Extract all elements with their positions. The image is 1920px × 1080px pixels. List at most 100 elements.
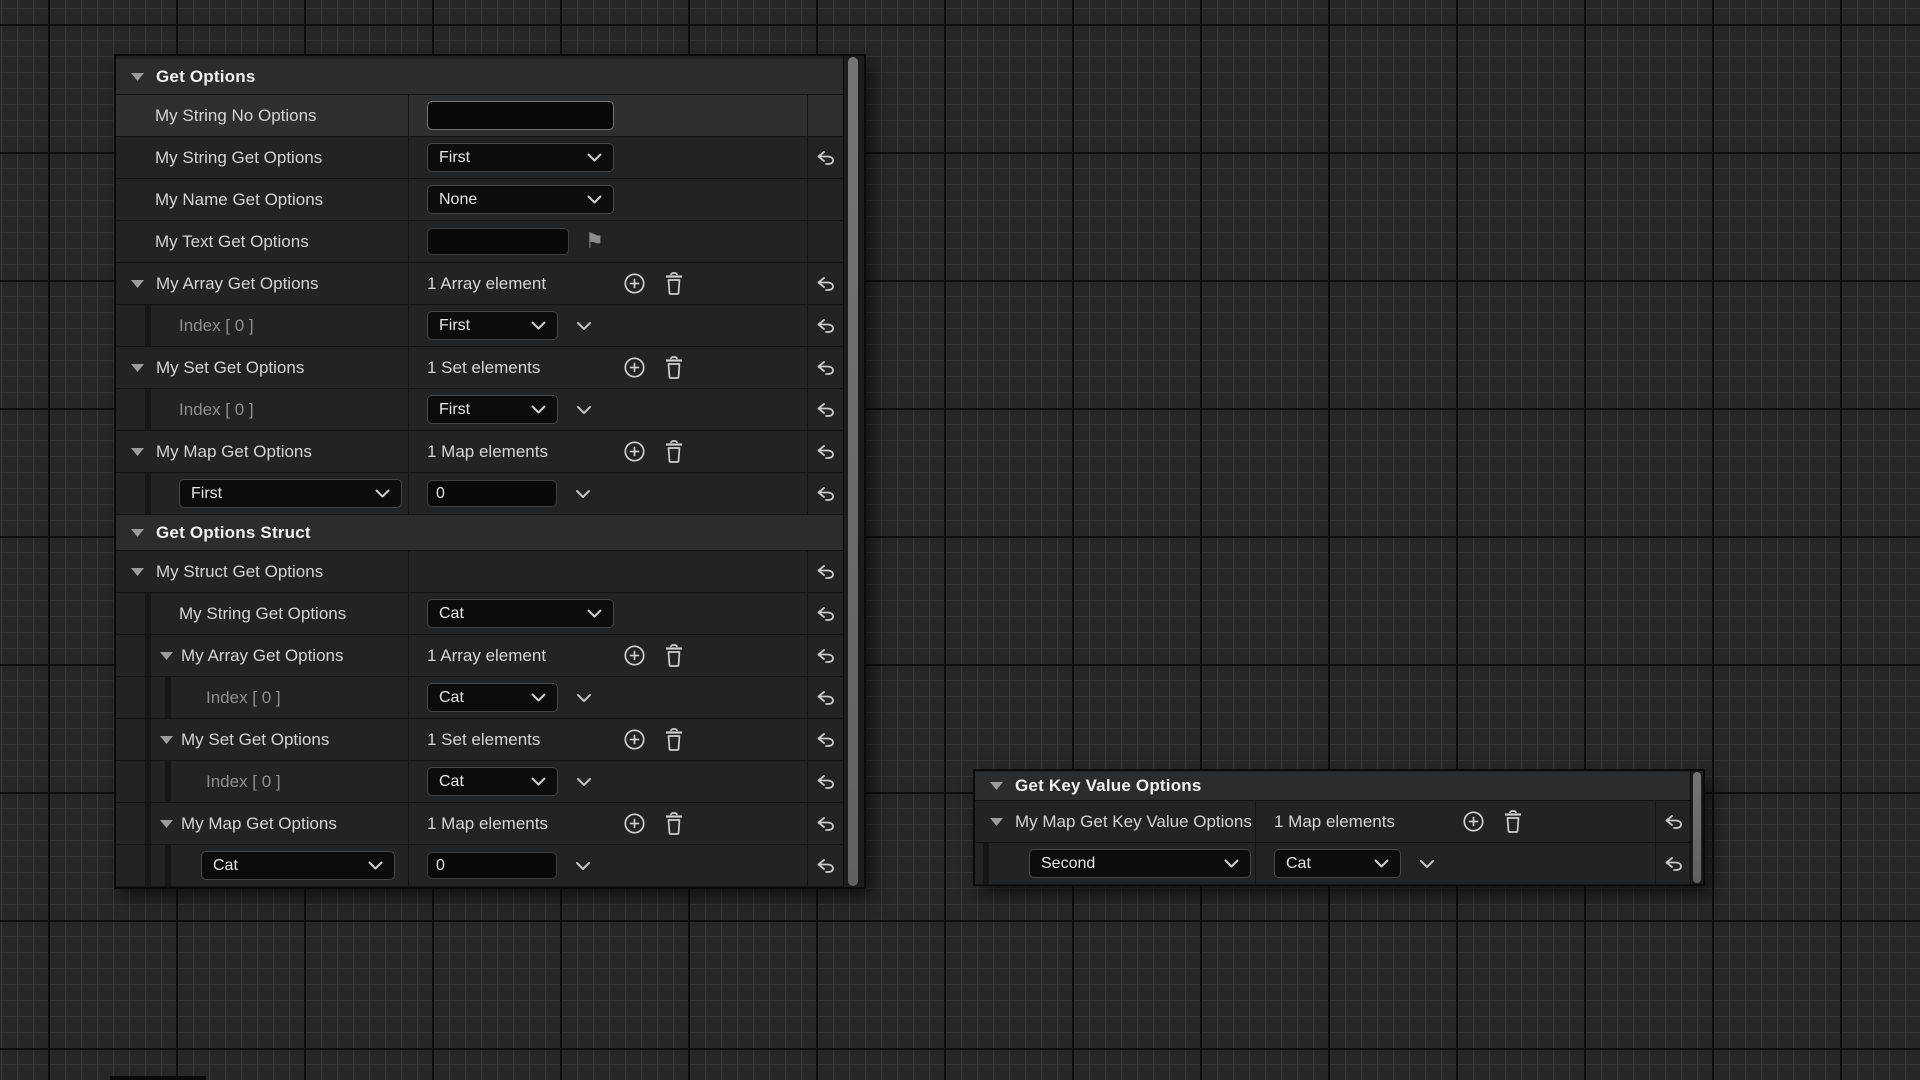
property-row-struct-my-array-get-options[interactable]: My Array Get Options 1 Array element	[116, 635, 843, 677]
text-text-input[interactable]	[427, 228, 569, 255]
scrollbar-thumb[interactable]	[1693, 772, 1701, 883]
element-actions-button[interactable]	[576, 777, 592, 787]
array-element-row[interactable]: Index [ 0 ] Cat	[116, 677, 843, 719]
add-element-button[interactable]	[1462, 810, 1485, 833]
map-value-dropdown[interactable]: Cat	[1274, 849, 1401, 878]
property-row-my-string-no-options[interactable]: My String No Options	[116, 95, 843, 137]
property-row-struct-my-map-get-options[interactable]: My Map Get Options 1 Map elements	[116, 803, 843, 845]
dropdown-selected-value: Second	[1041, 855, 1095, 873]
reset-to-default-button[interactable]	[816, 649, 835, 663]
chevron-down-icon	[531, 693, 546, 702]
add-element-button[interactable]	[623, 272, 646, 295]
add-element-button[interactable]	[623, 728, 646, 751]
chevron-down-icon	[587, 609, 602, 618]
map-value-input[interactable]	[427, 852, 557, 879]
delete-elements-button[interactable]	[664, 644, 684, 667]
reset-to-default-button[interactable]	[816, 859, 835, 873]
dropdown-selected-value: First	[439, 401, 470, 419]
vertical-scrollbar[interactable]	[1690, 771, 1703, 884]
property-row-my-struct-get-options[interactable]: My Struct Get Options	[116, 551, 843, 593]
delete-elements-button[interactable]	[664, 272, 684, 295]
reset-to-default-button[interactable]	[816, 151, 835, 165]
map-element-row[interactable]: Second Cat	[975, 843, 1690, 885]
indent-guide	[145, 803, 151, 844]
map-key-dropdown[interactable]: Cat	[201, 851, 395, 880]
array-element-row[interactable]: Index [ 0 ] First	[116, 305, 843, 347]
element-actions-button[interactable]	[1419, 859, 1435, 869]
element-actions-button[interactable]	[576, 321, 592, 331]
element-actions-button[interactable]	[576, 693, 592, 703]
delete-elements-button[interactable]	[664, 812, 684, 835]
property-row-struct-my-string-get-options[interactable]: My String Get Options Cat	[116, 593, 843, 635]
property-value-cell: Cat	[409, 677, 808, 718]
expander-triangle-icon	[131, 529, 144, 537]
property-row-my-array-get-options[interactable]: My Array Get Options 1 Array element	[116, 263, 843, 305]
set-element-row[interactable]: Index [ 0 ] First	[116, 389, 843, 431]
add-element-button[interactable]	[623, 356, 646, 379]
expander-triangle-icon[interactable]	[160, 820, 173, 828]
element-options-dropdown[interactable]: First	[427, 395, 558, 424]
reset-to-default-button[interactable]	[1664, 815, 1683, 829]
scrollbar-thumb[interactable]	[848, 57, 858, 886]
map-value-input[interactable]	[427, 480, 557, 507]
category-header-get-options-struct[interactable]: Get Options Struct	[116, 515, 843, 551]
set-element-row[interactable]: Index [ 0 ] Cat	[116, 761, 843, 803]
element-actions-button[interactable]	[575, 861, 591, 871]
element-options-dropdown[interactable]: Cat	[427, 767, 558, 796]
element-actions-button[interactable]	[576, 405, 592, 415]
property-row-struct-my-set-get-options[interactable]: My Set Get Options 1 Set elements	[116, 719, 843, 761]
property-row-my-text-get-options[interactable]: My Text Get Options ⚑	[116, 221, 843, 263]
reset-to-default-button[interactable]	[816, 565, 835, 579]
expander-triangle-icon[interactable]	[131, 448, 144, 456]
map-key-dropdown[interactable]: Second	[1029, 849, 1251, 878]
property-label: My Map Get Key Value Options	[1015, 812, 1252, 832]
details-panel-content: Get Options My String No Options My Stri…	[116, 56, 843, 887]
element-options-dropdown[interactable]: Cat	[427, 683, 558, 712]
reset-to-default-button[interactable]	[816, 691, 835, 705]
property-name-cell: Index [ 0 ]	[116, 677, 409, 718]
reset-to-default-button[interactable]	[1664, 857, 1683, 871]
property-row-my-string-get-options[interactable]: My String Get Options First	[116, 137, 843, 179]
reset-to-default-button[interactable]	[816, 607, 835, 621]
property-row-my-set-get-options[interactable]: My Set Get Options 1 Set elements	[116, 347, 843, 389]
delete-elements-button[interactable]	[664, 356, 684, 379]
delete-elements-button[interactable]	[1503, 810, 1523, 833]
string-text-input[interactable]	[427, 101, 614, 130]
reset-to-default-button[interactable]	[816, 817, 835, 831]
delete-elements-button[interactable]	[664, 728, 684, 751]
element-options-dropdown[interactable]: First	[427, 311, 558, 340]
localization-flag-icon[interactable]: ⚑	[585, 231, 604, 252]
expander-triangle-icon[interactable]	[131, 568, 144, 576]
property-row-my-map-get-options[interactable]: My Map Get Options 1 Map elements	[116, 431, 843, 473]
expander-triangle-icon[interactable]	[160, 652, 173, 660]
category-header-get-options[interactable]: Get Options	[116, 59, 843, 95]
reset-to-default-button[interactable]	[816, 403, 835, 417]
map-key-dropdown[interactable]: First	[179, 479, 402, 508]
add-element-button[interactable]	[623, 812, 646, 835]
map-element-row[interactable]: Cat	[116, 845, 843, 887]
name-options-dropdown[interactable]: None	[427, 185, 614, 214]
property-value-cell: First	[409, 389, 808, 430]
reset-to-default-button[interactable]	[816, 361, 835, 375]
add-element-button[interactable]	[623, 644, 646, 667]
reset-to-default-button[interactable]	[816, 775, 835, 789]
delete-elements-button[interactable]	[664, 440, 684, 463]
reset-to-default-button[interactable]	[816, 319, 835, 333]
category-header-get-key-value-options[interactable]: Get Key Value Options	[975, 772, 1690, 801]
property-row-my-name-get-options[interactable]: My Name Get Options None	[116, 179, 843, 221]
vertical-scrollbar[interactable]	[843, 56, 864, 887]
add-element-button[interactable]	[623, 440, 646, 463]
map-element-row[interactable]: First	[116, 473, 843, 515]
reset-to-default-button[interactable]	[816, 445, 835, 459]
string-options-dropdown[interactable]: Cat	[427, 599, 614, 628]
string-options-dropdown[interactable]: First	[427, 143, 614, 172]
expander-triangle-icon[interactable]	[160, 736, 173, 744]
reset-to-default-button[interactable]	[816, 733, 835, 747]
expander-triangle-icon[interactable]	[990, 818, 1003, 826]
expander-triangle-icon[interactable]	[131, 280, 144, 288]
reset-to-default-button[interactable]	[816, 277, 835, 291]
expander-triangle-icon[interactable]	[131, 364, 144, 372]
property-row-my-map-get-key-value-options[interactable]: My Map Get Key Value Options 1 Map eleme…	[975, 801, 1690, 843]
element-actions-button[interactable]	[575, 489, 591, 499]
reset-to-default-button[interactable]	[816, 487, 835, 501]
